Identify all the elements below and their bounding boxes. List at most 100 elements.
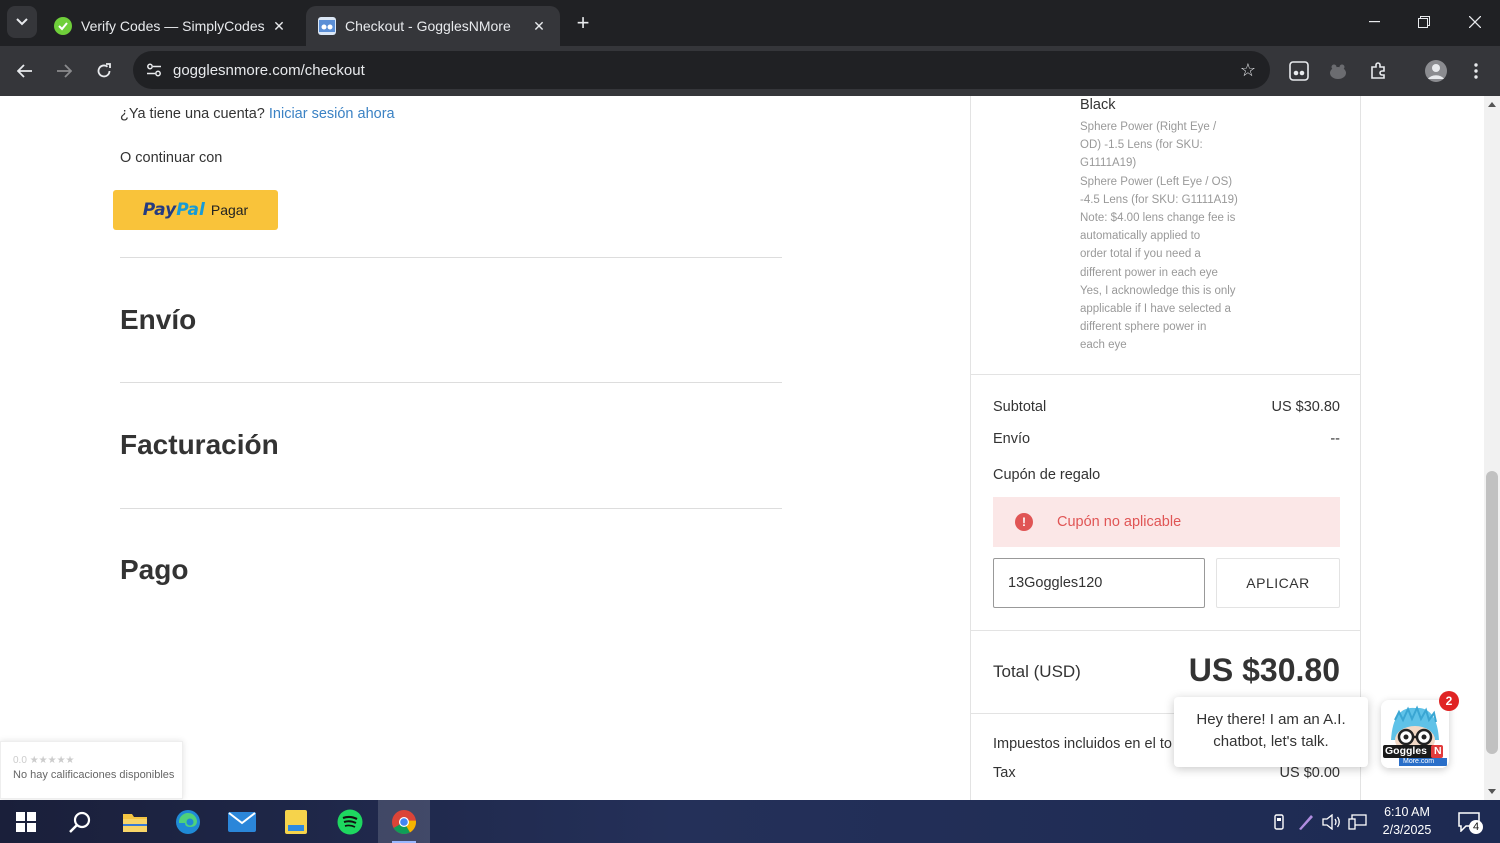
close-icon <box>1469 16 1481 28</box>
no-ratings-text: No hay calificaciones disponibles <box>13 769 175 781</box>
notification-center-button[interactable]: 4 <box>1452 800 1486 843</box>
paypal-logo-pay: Pay <box>142 200 177 220</box>
product-options: Sphere Power (Right Eye / OD) -1.5 Lens … <box>1080 118 1255 355</box>
paypal-button[interactable]: Pay Pal Pagar <box>113 190 278 230</box>
restore-button[interactable] <box>1401 6 1447 38</box>
chevron-down-icon <box>16 18 28 26</box>
coupon-label: Cupón de regalo <box>993 467 1101 483</box>
taskbar-clock[interactable]: 6:10 AM 2/3/2025 <box>1372 803 1442 839</box>
page-scrollbar[interactable] <box>1484 96 1500 800</box>
edge-browser-icon <box>176 809 200 834</box>
bot-brand-domain: More.com <box>1403 758 1435 765</box>
section-payment-title[interactable]: Pago <box>120 554 188 586</box>
ratings-widget[interactable]: 0.0 ★★★★★ No hay calificaciones disponib… <box>0 741 183 799</box>
tab-title: Checkout - GogglesNMore <box>345 18 511 34</box>
scroll-down-arrow-icon[interactable] <box>1488 789 1496 794</box>
product-option-line: order total if you need a <box>1080 248 1201 261</box>
subtotal-value: US $30.80 <box>1271 399 1340 415</box>
chrome-icon <box>392 809 416 834</box>
shipping-label: Envío <box>993 431 1031 447</box>
apply-coupon-button[interactable]: APLICAR <box>1216 558 1340 608</box>
taskbar-search-button[interactable] <box>54 800 106 843</box>
extensions-puzzle-icon[interactable] <box>1365 58 1391 84</box>
close-tab-icon[interactable]: ✕ <box>270 17 288 35</box>
windows-taskbar: 6:10 AM 2/3/2025 4 <box>0 800 1500 843</box>
product-option-line: Sphere Power (Left Eye / OS) <box>1080 175 1233 188</box>
section-billing-title[interactable]: Facturación <box>120 429 279 461</box>
back-button[interactable] <box>10 56 40 86</box>
edge-button[interactable] <box>162 800 214 843</box>
bookmark-star-icon[interactable]: ☆ <box>1240 60 1256 81</box>
scrollbar-thumb[interactable] <box>1486 471 1498 754</box>
scroll-up-arrow-icon[interactable] <box>1488 102 1496 107</box>
paypal-button-label: Pagar <box>210 202 249 218</box>
reload-button[interactable] <box>89 56 119 86</box>
product-option-line: Yes, I acknowledge this is only <box>1080 284 1236 297</box>
volume-icon[interactable] <box>1321 800 1343 843</box>
star-icons: ★★★★★ <box>29 755 75 766</box>
close-tab-icon[interactable]: ✕ <box>530 17 548 35</box>
profile-avatar[interactable] <box>1423 58 1449 84</box>
usb-tray-icon[interactable] <box>1270 800 1288 843</box>
chatbot-message-bubble[interactable]: Hey there! I am an A.I. chatbot, let's t… <box>1174 697 1368 767</box>
network-icon[interactable] <box>1347 800 1369 843</box>
spotify-icon <box>337 809 363 834</box>
section-shipping-title[interactable]: Envío <box>120 304 196 336</box>
file-explorer-button[interactable] <box>109 800 161 843</box>
minimize-button[interactable] <box>1351 6 1397 38</box>
chat-message-line: chatbot, let's talk. <box>1213 733 1329 750</box>
browser-toolbar: gogglesnmore.com/checkout ☆ <box>0 46 1500 96</box>
paypal-logo-pal: Pal <box>176 200 205 220</box>
chatbot-launcher[interactable]: Goggles N More.com <box>1381 700 1449 768</box>
shipping-row: Envío -- <box>993 431 1340 447</box>
forward-button[interactable] <box>49 56 79 86</box>
coupon-input[interactable] <box>993 558 1205 608</box>
tab-verify-codes[interactable]: Verify Codes — SimplyCodes ✕ <box>42 6 300 46</box>
bot-brand-n: N <box>1434 745 1442 757</box>
shipping-value: -- <box>1330 431 1340 447</box>
bot-brand-text: Goggles <box>1385 745 1428 757</box>
total-label: Total (USD) <box>993 662 1081 681</box>
chrome-button[interactable] <box>378 800 430 843</box>
search-icon <box>69 811 91 833</box>
folder-icon <box>123 813 147 832</box>
arrow-left-icon <box>17 64 32 78</box>
rating-stars: 0.0 ★★★★★ <box>13 755 75 766</box>
url-text: gogglesnmore.com/checkout <box>173 61 365 79</box>
address-bar[interactable]: gogglesnmore.com/checkout ☆ <box>133 51 1270 89</box>
more-menu-icon[interactable] <box>1463 58 1489 84</box>
rating-score: 0.0 <box>13 755 27 766</box>
product-option-line: each eye <box>1080 339 1127 352</box>
login-link[interactable]: Iniciar sesión ahora <box>269 106 395 122</box>
mail-icon <box>228 811 256 832</box>
goggles-extension-icon[interactable] <box>1286 58 1312 84</box>
coupon-error-alert: ! Cupón no aplicable <box>993 497 1340 547</box>
spotify-button[interactable] <box>324 800 376 843</box>
sticky-notes-icon <box>285 809 307 834</box>
tax-row: Tax US $0.00 <box>993 765 1340 781</box>
subtotal-row: Subtotal US $30.80 <box>993 399 1340 415</box>
tax-value: US $0.00 <box>1279 765 1340 781</box>
start-button[interactable] <box>0 800 52 843</box>
tab-checkout[interactable]: Checkout - GogglesNMore ✕ <box>306 6 560 46</box>
section-divider <box>120 508 782 509</box>
clock-time: 6:10 AM <box>1384 805 1430 819</box>
new-tab-button[interactable]: + <box>570 10 596 36</box>
notification-count-badge: 4 <box>1469 820 1483 834</box>
pen-tray-icon[interactable] <box>1295 800 1317 843</box>
error-icon: ! <box>1015 513 1033 531</box>
section-divider <box>120 382 782 383</box>
minimize-icon <box>1368 21 1380 23</box>
tab-search-button[interactable] <box>7 6 37 38</box>
close-window-button[interactable] <box>1452 6 1498 38</box>
notes-app-button[interactable] <box>270 800 322 843</box>
extension-icon[interactable] <box>1325 58 1351 84</box>
product-color: Black <box>1080 97 1116 113</box>
site-info-icon[interactable] <box>143 59 165 81</box>
tax-label: Tax <box>993 765 1016 781</box>
gogglesnmore-favicon-icon <box>318 17 336 35</box>
product-option-line: Note: $4.00 lens change fee is <box>1080 212 1236 225</box>
tax-included-note: Impuestos incluidos en el to <box>993 736 1172 752</box>
mail-button[interactable] <box>216 800 268 843</box>
product-option-line: automatically applied to <box>1080 230 1201 243</box>
